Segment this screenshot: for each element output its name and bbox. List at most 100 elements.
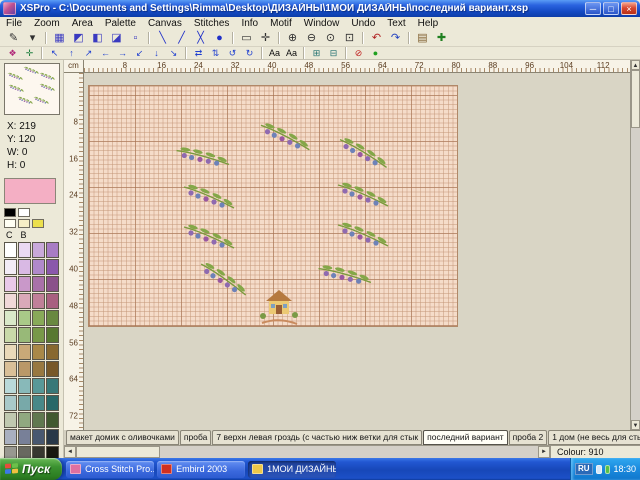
palette-swatch[interactable] bbox=[4, 344, 17, 360]
copy-icon[interactable]: ⊞ bbox=[308, 46, 325, 60]
scroll-down-button[interactable]: ▼ bbox=[631, 420, 640, 430]
motif-branch[interactable] bbox=[181, 182, 237, 217]
palette-swatch[interactable] bbox=[18, 395, 31, 411]
menu-zoom[interactable]: Zoom bbox=[28, 18, 66, 29]
palette-icon[interactable]: ❖ bbox=[4, 46, 21, 60]
mini-swatch[interactable] bbox=[18, 208, 30, 217]
menu-canvas[interactable]: Canvas bbox=[142, 18, 188, 29]
cut-icon[interactable]: ⊟ bbox=[325, 46, 342, 60]
scroll-right-button[interactable]: ► bbox=[538, 446, 550, 458]
palette-swatch[interactable] bbox=[46, 412, 59, 428]
palette-swatch[interactable] bbox=[18, 327, 31, 343]
motif-arrow-down-icon[interactable]: ↓ bbox=[148, 46, 165, 60]
quarter-stitch-icon[interactable]: ◧ bbox=[88, 30, 107, 47]
flip-vertical-icon[interactable]: ⇅ bbox=[207, 46, 224, 60]
palette-swatch[interactable] bbox=[32, 242, 45, 258]
palette-swatch[interactable] bbox=[18, 361, 31, 377]
select-tool-icon[interactable]: ▭ bbox=[237, 30, 256, 47]
language-indicator[interactable]: RU bbox=[575, 463, 593, 475]
motif-arrow-up-icon[interactable]: ↑ bbox=[63, 46, 80, 60]
palette-swatch[interactable] bbox=[46, 327, 59, 343]
palette-swatch[interactable] bbox=[32, 327, 45, 343]
motif-arrow-left-icon[interactable]: ← bbox=[97, 46, 114, 60]
motif-branch[interactable] bbox=[335, 180, 391, 215]
palette-swatch[interactable] bbox=[32, 344, 45, 360]
close-button[interactable]: × bbox=[621, 2, 637, 15]
menu-info[interactable]: Info bbox=[235, 18, 264, 29]
design-canvas[interactable] bbox=[88, 85, 458, 327]
palette-swatch[interactable] bbox=[18, 293, 31, 309]
menu-palette[interactable]: Palette bbox=[99, 18, 142, 29]
palette-swatch[interactable] bbox=[18, 344, 31, 360]
motif-house[interactable] bbox=[257, 286, 301, 331]
petite-stitch-icon[interactable]: ▫ bbox=[126, 30, 145, 47]
palette-swatch[interactable] bbox=[32, 361, 45, 377]
pattern-preview[interactable] bbox=[4, 63, 60, 115]
scroll-up-button[interactable]: ▲ bbox=[631, 60, 640, 70]
palette-swatch[interactable] bbox=[32, 293, 45, 309]
palette-swatch[interactable] bbox=[32, 276, 45, 292]
redo-icon[interactable]: ↷ bbox=[386, 30, 405, 47]
motif-branch[interactable] bbox=[181, 222, 237, 257]
horizontal-scrollbar[interactable]: ◄ ► bbox=[64, 445, 550, 458]
palette-swatch[interactable] bbox=[46, 276, 59, 292]
palette-swatch[interactable] bbox=[4, 310, 17, 326]
center-view-icon[interactable]: ✚ bbox=[432, 30, 451, 47]
canvas-viewport[interactable] bbox=[84, 73, 630, 430]
motif-branch[interactable] bbox=[256, 120, 314, 159]
palette-swatch[interactable] bbox=[18, 310, 31, 326]
zoom-fit-icon[interactable]: ⊡ bbox=[340, 30, 359, 47]
palette-swatch[interactable] bbox=[46, 395, 59, 411]
backstitch-icon[interactable]: ╲ bbox=[153, 30, 172, 47]
palette-swatch[interactable] bbox=[46, 293, 59, 309]
tray-icon-1[interactable] bbox=[596, 465, 602, 474]
palette-swatch[interactable] bbox=[4, 293, 17, 309]
palette-swatch[interactable] bbox=[46, 310, 59, 326]
text-small-icon[interactable]: Aa bbox=[266, 46, 283, 60]
taskbar-task[interactable]: Cross Stitch Pro... bbox=[66, 461, 154, 478]
palette-swatch[interactable] bbox=[18, 378, 31, 394]
selected-color-swatch[interactable] bbox=[4, 178, 56, 204]
motif-branch[interactable] bbox=[333, 134, 393, 176]
scroll-left-button[interactable]: ◄ bbox=[64, 446, 76, 458]
palette-swatch[interactable] bbox=[18, 259, 31, 275]
pattern-tab[interactable]: 7 верхн левая гроздь (с частью ниж ветки… bbox=[212, 430, 422, 445]
motif-branch[interactable] bbox=[192, 259, 254, 305]
palette-swatch[interactable] bbox=[18, 412, 31, 428]
palette-swatch[interactable] bbox=[32, 395, 45, 411]
horizontal-scroll-thumb[interactable] bbox=[76, 446, 160, 458]
backstitch-half-icon[interactable]: ╱ bbox=[172, 30, 191, 47]
flip-horizontal-icon[interactable]: ⇄ bbox=[190, 46, 207, 60]
pattern-tab[interactable]: последний вариант bbox=[423, 430, 508, 445]
palette-swatch[interactable] bbox=[46, 429, 59, 445]
palette-swatch[interactable] bbox=[4, 429, 17, 445]
menu-help[interactable]: Help bbox=[412, 18, 445, 29]
palette-swatch[interactable] bbox=[4, 378, 17, 394]
vertical-scroll-thumb[interactable] bbox=[631, 70, 640, 128]
text-large-icon[interactable]: Aa bbox=[283, 46, 300, 60]
half-stitch-icon[interactable]: ◩ bbox=[69, 30, 88, 47]
apply-icon[interactable]: ● bbox=[367, 46, 384, 60]
color-picker-icon[interactable]: ✛ bbox=[21, 46, 38, 60]
menu-stitches[interactable]: Stitches bbox=[188, 18, 236, 29]
pattern-tab[interactable]: проба 2 bbox=[509, 430, 548, 445]
rotate-left-icon[interactable]: ↺ bbox=[224, 46, 241, 60]
palette-swatch[interactable] bbox=[4, 327, 17, 343]
palette-swatch[interactable] bbox=[46, 259, 59, 275]
palette-swatch[interactable] bbox=[32, 259, 45, 275]
palette-swatch[interactable] bbox=[4, 412, 17, 428]
pattern-tab[interactable]: 1 дом (не весь для стыковки) bbox=[548, 430, 640, 445]
palette-swatch[interactable] bbox=[4, 259, 17, 275]
rotate-right-icon[interactable]: ↻ bbox=[241, 46, 258, 60]
motif-arrow-up-right-icon[interactable]: ↗ bbox=[80, 46, 97, 60]
zoom-actual-icon[interactable]: ⊙ bbox=[321, 30, 340, 47]
palette-swatch[interactable] bbox=[18, 276, 31, 292]
pattern-tab[interactable]: проба bbox=[180, 430, 211, 445]
motif-branch[interactable] bbox=[335, 220, 391, 255]
palette-swatch[interactable] bbox=[4, 242, 17, 258]
palette-swatch[interactable] bbox=[4, 395, 17, 411]
palette-swatch[interactable] bbox=[46, 361, 59, 377]
minimize-button[interactable]: ─ bbox=[585, 2, 601, 15]
menu-undo[interactable]: Undo bbox=[345, 18, 381, 29]
title-bar[interactable]: XSPro - C:\Documents and Settings\Rimma\… bbox=[0, 0, 640, 17]
